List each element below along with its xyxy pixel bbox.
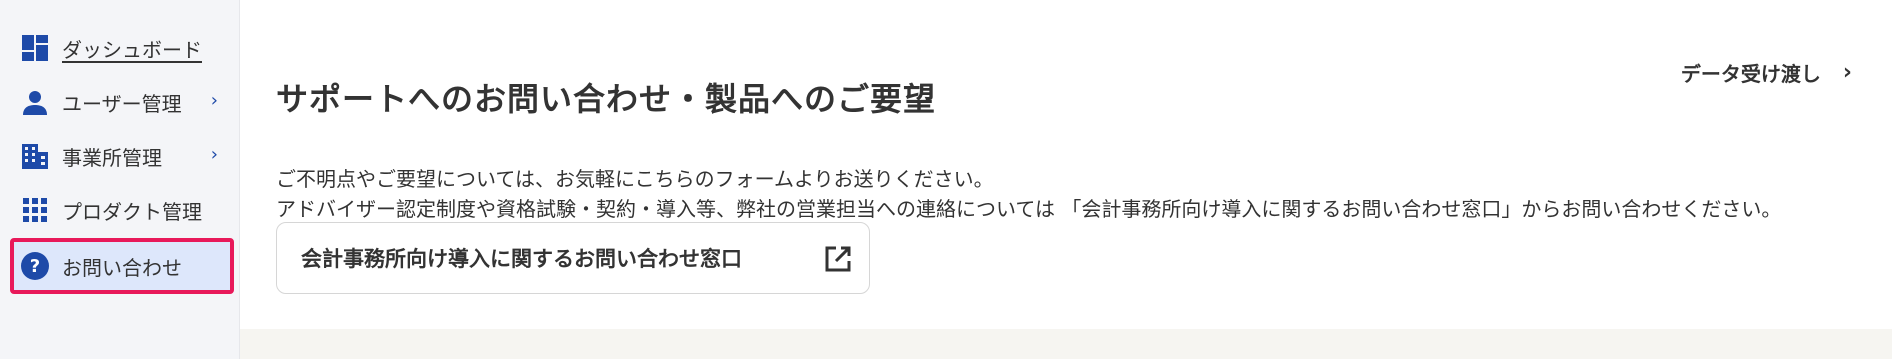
main-content: サポートへのお問い合わせ・製品へのご要望 データ受け渡し › ご不明点やご要望に… (240, 0, 1892, 329)
page-title: サポートへのお問い合わせ・製品へのご要望 (276, 80, 937, 118)
building-icon (20, 141, 50, 171)
sidebar-item-label: お問い合わせ (62, 255, 182, 280)
sidebar-item-dashboard[interactable]: ダッシュボード (10, 24, 234, 72)
description-line: アドバイザー認定制度や資格試験・契約・導入等、弊社の営業担当への連絡については … (276, 197, 1782, 221)
chevron-right-icon: › (210, 90, 218, 111)
sidebar-item-label: ユーザー管理 (62, 91, 182, 116)
sidebar-item-offices[interactable]: 事業所管理 › (10, 132, 234, 180)
sidebar-item-label: 事業所管理 (62, 145, 162, 170)
description: ご不明点やご要望については、お気軽にこちらのフォームよりお送りください。 アドバ… (276, 164, 1781, 224)
accounting-firm-contact-button[interactable]: 会計事務所向け導入に関するお問い合わせ窓口 (276, 222, 870, 294)
sidebar-item-label: プロダクト管理 (62, 199, 202, 224)
dashboard-icon (20, 33, 50, 63)
sidebar-item-contact[interactable]: ? お問い合わせ (10, 238, 234, 294)
svg-text:?: ? (30, 256, 40, 277)
apps-grid-icon (20, 195, 50, 225)
data-transfer-link[interactable]: データ受け渡し › (1681, 58, 1852, 87)
sidebar-item-products[interactable]: プロダクト管理 (10, 186, 234, 234)
chevron-right-icon: › (210, 144, 218, 165)
chevron-right-icon: › (1842, 60, 1852, 85)
description-line: ご不明点やご要望については、お気軽にこちらのフォームよりお送りください。 (276, 167, 994, 191)
sidebar: ダッシュボード ユーザー管理 › 事業所管理 › プロダクト管理 ? お問い合わ… (0, 0, 240, 359)
data-transfer-link-label: データ受け渡し (1680, 62, 1821, 86)
person-icon (20, 87, 50, 117)
contact-button-label: 会計事務所向け導入に関するお問い合わせ窓口 (301, 247, 742, 271)
sidebar-item-users[interactable]: ユーザー管理 › (10, 78, 234, 126)
external-link-icon (823, 244, 853, 274)
help-circle-icon: ? (20, 251, 50, 281)
sidebar-item-label: ダッシュボード (62, 37, 202, 62)
footer-band (240, 329, 1892, 359)
